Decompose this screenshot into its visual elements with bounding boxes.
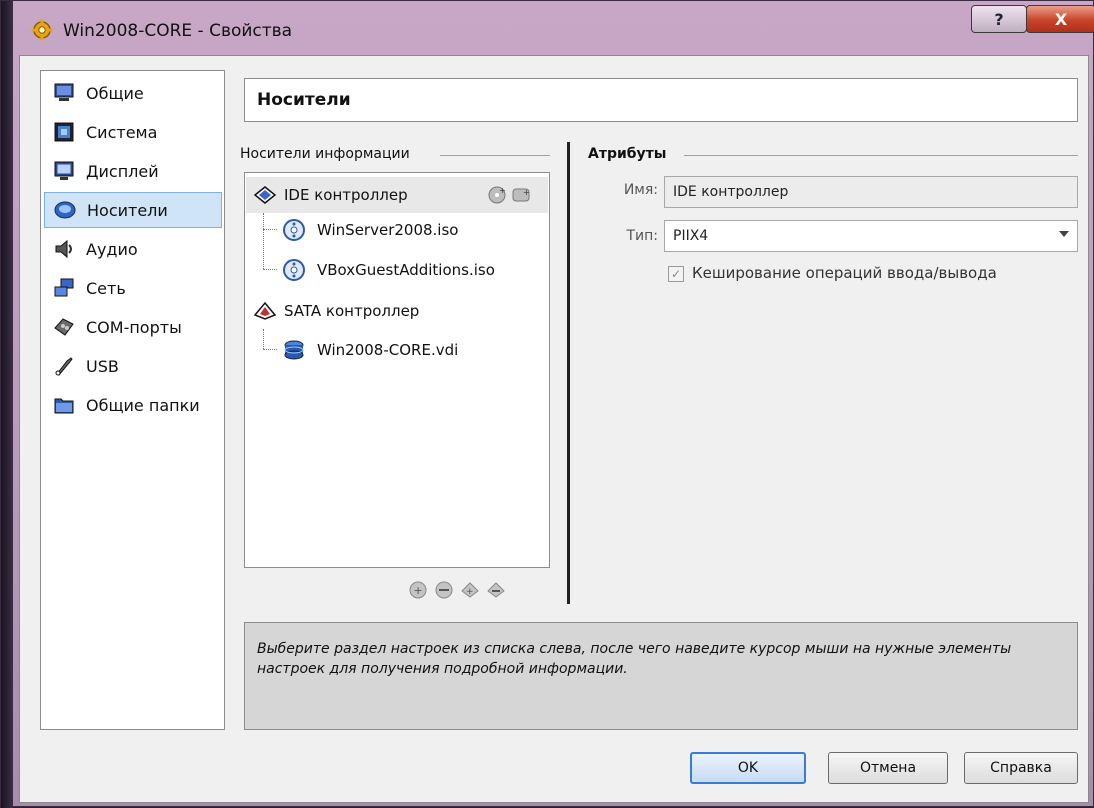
system-chip-icon (52, 120, 76, 144)
sidebar-item-label: Дисплей (86, 161, 159, 181)
settings-category-list[interactable]: Общие Система Дисплей Носители Аудио Сет… (40, 70, 225, 730)
svg-text:+: + (499, 186, 506, 195)
tree-connector (263, 349, 277, 350)
sidebar-item-label: Сеть (86, 278, 126, 298)
tree-item-guest-additions-iso[interactable]: VBoxGuestAdditions.iso (283, 252, 495, 288)
tree-item-label: WinServer2008.iso (317, 221, 459, 239)
type-select-value: PIIX4 (673, 228, 709, 244)
cache-io-label: Кеширование операций ввода/вывода (692, 264, 997, 282)
remove-controller-icon[interactable] (486, 580, 506, 600)
ide-controller-icon (254, 185, 276, 205)
ok-button[interactable]: OK (690, 752, 806, 784)
name-field[interactable]: IDE контроллер (664, 176, 1078, 208)
help-title-button[interactable]: ? (971, 5, 1027, 33)
cancel-button[interactable]: Отмена (828, 752, 948, 784)
com-port-icon (52, 315, 76, 339)
properties-window: Win2008-CORE - Свойства ? X Общие Систем… (0, 0, 1094, 808)
sidebar-item-label: Общие (86, 83, 144, 103)
sata-controller-icon (254, 301, 276, 321)
type-select[interactable]: PIIX4 (664, 220, 1078, 252)
general-monitor-icon (52, 81, 76, 105)
background-edge (1, 1, 13, 808)
display-icon (52, 159, 76, 183)
tree-item-label: IDE контроллер (284, 186, 408, 204)
tree-item-winserver-iso[interactable]: WinServer2008.iso (283, 212, 458, 248)
add-hdd-icon[interactable]: + (511, 185, 531, 205)
add-cd-icon[interactable]: + (487, 185, 507, 205)
name-label: Имя: (623, 182, 658, 198)
audio-speaker-icon (52, 237, 76, 261)
usb-icon (52, 354, 76, 378)
sidebar-item-label: USB (86, 356, 119, 376)
tree-connector (263, 229, 277, 230)
sidebar-item-shared-folders[interactable]: Общие папки (44, 387, 222, 423)
remove-attachment-icon[interactable] (434, 580, 454, 600)
type-label: Тип: (626, 228, 658, 244)
tree-item-sata-controller[interactable]: SATA контроллер (246, 293, 419, 329)
sidebar-item-audio[interactable]: Аудио (44, 231, 222, 267)
group-divider (440, 155, 550, 156)
shared-folder-icon (52, 393, 76, 417)
help-button[interactable]: Справка (964, 752, 1078, 784)
storage-tree[interactable]: IDE контроллер + + WinServer2008.iso VBo… (244, 172, 550, 568)
sidebar-item-label: Общие папки (86, 395, 200, 415)
svg-text:+: + (414, 584, 423, 597)
tree-item-label: Win2008-CORE.vdi (317, 341, 459, 359)
sidebar-item-usb[interactable]: USB (44, 348, 222, 384)
sidebar-item-display[interactable]: Дисплей (44, 153, 222, 189)
tree-connector (263, 213, 264, 269)
cache-io-checkbox[interactable]: ✓ (668, 266, 684, 282)
gear-icon (31, 19, 53, 41)
tree-item-vdi-disk[interactable]: Win2008-CORE.vdi (283, 332, 458, 368)
sidebar-item-com-ports[interactable]: COM-порты (44, 309, 222, 345)
panel-separator (567, 142, 570, 604)
page-title: Носители (257, 90, 351, 110)
sidebar-item-label: COM-порты (86, 317, 182, 337)
section-header: Носители (244, 78, 1078, 122)
tree-item-label: VBoxGuestAdditions.iso (317, 261, 495, 279)
network-icon (52, 276, 76, 300)
tree-connector (263, 329, 264, 349)
sidebar-item-label: Носители (87, 200, 168, 220)
group-divider (684, 155, 1078, 156)
add-attachment-icon[interactable]: + (408, 580, 428, 600)
sidebar-item-storage[interactable]: Носители (44, 192, 222, 228)
storage-group-label: Носители информации (240, 146, 410, 162)
window-title: Win2008-CORE - Свойства (63, 21, 293, 41)
tree-connector (263, 269, 277, 270)
cd-disc-icon (283, 259, 305, 281)
svg-text:+: + (523, 188, 530, 197)
title-bar[interactable]: Win2008-CORE - Свойства ? X (13, 1, 1094, 55)
attributes-group-label: Атрибуты (588, 146, 667, 162)
svg-text:+: + (466, 587, 474, 597)
chevron-down-icon (1059, 231, 1069, 237)
tree-item-label: SATA контроллер (284, 302, 420, 320)
cd-disc-icon (283, 219, 305, 241)
sidebar-item-network[interactable]: Сеть (44, 270, 222, 306)
hard-disk-icon (283, 339, 305, 361)
sidebar-item-label: Система (86, 122, 158, 142)
sidebar-item-system[interactable]: Система (44, 114, 222, 150)
sidebar-item-label: Аудио (86, 239, 138, 259)
sidebar-item-general[interactable]: Общие (44, 75, 222, 111)
dialog-client-area: Общие Система Дисплей Носители Аудио Сет… (19, 55, 1089, 803)
storage-disk-icon (53, 198, 77, 222)
close-button[interactable]: X (1026, 5, 1094, 33)
info-panel: Выберите раздел настроек из списка слева… (244, 622, 1078, 730)
name-field-value: IDE контроллер (673, 184, 789, 200)
check-icon: ✓ (670, 267, 682, 281)
info-text: Выберите раздел настроек из списка слева… (257, 641, 1012, 677)
add-controller-icon[interactable]: + (460, 580, 480, 600)
